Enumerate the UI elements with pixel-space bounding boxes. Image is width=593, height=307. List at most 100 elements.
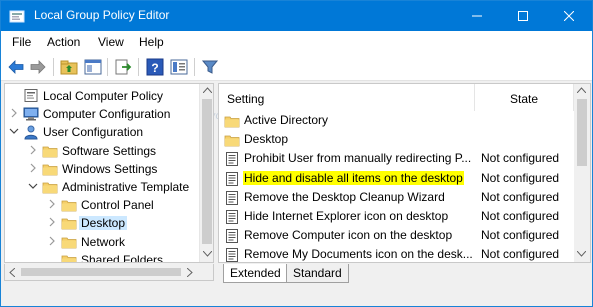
scroll-thumb[interactable] [21, 268, 181, 276]
chevron-right-icon[interactable] [47, 198, 57, 210]
forward-arrow-icon[interactable] [29, 58, 47, 76]
list-vertical-scrollbar[interactable] [574, 84, 590, 262]
scroll-down-icon[interactable] [577, 251, 586, 257]
folder-list-item[interactable]: Desktop [219, 130, 574, 149]
group-policy-app-icon [9, 10, 25, 23]
policy-list-item[interactable]: Remove Computer icon on the desktop Not c… [219, 226, 574, 245]
chevron-down-icon[interactable] [28, 180, 38, 192]
tree-horizontal-scrollbar[interactable] [4, 264, 214, 281]
folder-icon [42, 179, 58, 195]
policy-list-item[interactable]: Hide Internet Explorer icon on desktop No… [219, 207, 574, 226]
folder-icon [61, 197, 77, 213]
tab-extended[interactable]: Extended [223, 264, 288, 283]
tree-node-label: Control Panel [81, 198, 154, 213]
export-list-icon[interactable] [114, 58, 132, 76]
tree-node-label: Local Computer Policy [43, 89, 164, 103]
setting-state: Not configured [481, 151, 560, 166]
tree-node[interactable]: Desktop [5, 214, 197, 232]
tree-node-label: Administrative Template [62, 180, 190, 194]
tree-node[interactable]: Shared Folders [5, 251, 197, 262]
policy-list-item[interactable]: Remove the Desktop Cleanup Wizard Not con… [219, 188, 574, 207]
minimize-icon [472, 15, 482, 17]
close-button[interactable] [546, 1, 592, 31]
tree-node[interactable]: Computer Configuration [5, 105, 197, 123]
maximize-icon [518, 11, 528, 21]
close-icon [564, 11, 574, 21]
folder-icon [61, 234, 77, 250]
tab-standard[interactable]: Standard [286, 264, 349, 283]
policy-icon [224, 171, 240, 187]
chevron-right-icon[interactable] [47, 216, 57, 228]
column-header-state[interactable]: State [510, 92, 538, 106]
folder-icon [224, 132, 240, 148]
policy-list-item[interactable]: Prohibit User from manually redirecting … [219, 149, 574, 168]
status-bar [1, 285, 592, 306]
console-tree[interactable]: Local Computer Policy Computer Configurat… [4, 83, 214, 263]
column-divider[interactable] [474, 84, 475, 111]
tree-node-label: User Configuration [43, 125, 144, 140]
chevron-right-icon[interactable] [47, 235, 57, 247]
setting-state: Not configured [481, 209, 560, 223]
scroll-right-icon[interactable] [187, 268, 193, 277]
setting-state: Not configured [481, 247, 560, 262]
chevron-right-icon[interactable] [28, 162, 38, 174]
toolbar-separator [138, 58, 139, 76]
tree-node[interactable]: Network [5, 233, 197, 251]
toolbar-separator [53, 58, 54, 76]
toolbar-separator [107, 58, 108, 76]
setting-state: Not configured [481, 228, 560, 243]
folder-icon [42, 143, 58, 159]
policy-icon [224, 247, 240, 262]
folder-icon [61, 252, 77, 262]
tree-node[interactable]: Control Panel [5, 196, 197, 214]
properties-icon[interactable] [170, 58, 188, 76]
settings-list[interactable]: Setting State Active Directory Desktop Pro… [218, 83, 591, 263]
back-arrow-icon[interactable] [7, 58, 25, 76]
chevron-right-icon[interactable] [9, 107, 19, 119]
chevron-down-icon[interactable] [9, 125, 19, 137]
policy-list-item[interactable]: Remove My Documents icon on the desk... N… [219, 245, 574, 262]
menu-action[interactable]: Action [47, 35, 80, 49]
policy-icon [224, 190, 240, 206]
tree-node[interactable]: User Configuration [5, 123, 197, 141]
menu-help[interactable]: Help [139, 35, 164, 49]
scroll-thumb[interactable] [202, 99, 212, 244]
up-folder-icon[interactable] [60, 58, 78, 76]
scroll-up-icon[interactable] [577, 87, 586, 93]
tree-node[interactable]: Local Computer Policy [5, 87, 197, 105]
policy-list-item[interactable]: Hide and disable all items on the deskto… [219, 169, 574, 188]
tree-node-label: Windows Settings [62, 161, 158, 176]
minimize-button[interactable] [454, 1, 500, 31]
folder-list-item[interactable]: Active Directory [219, 111, 574, 130]
user-config-icon [23, 124, 39, 140]
folder-icon [42, 161, 58, 177]
setting-name: Desktop [244, 132, 289, 147]
scroll-up-icon[interactable] [203, 87, 212, 93]
setting-state: Not configured [481, 170, 560, 185]
tree-vertical-scrollbar[interactable] [199, 84, 213, 262]
tree-node[interactable]: Software Settings [5, 142, 197, 160]
scroll-left-icon[interactable] [9, 268, 15, 277]
column-header-setting[interactable]: Setting [227, 92, 264, 106]
folder-icon [224, 113, 240, 129]
scroll-down-icon[interactable] [203, 251, 212, 257]
tree-node-label: Desktop [79, 216, 128, 231]
tree-node[interactable]: Windows Settings [5, 160, 197, 178]
setting-name: Active Directory [244, 113, 329, 127]
window: Local Group Policy Editor File Action Vi… [0, 0, 593, 307]
help-icon[interactable]: ? [146, 58, 164, 76]
tree-node-label: Computer Configuration [43, 107, 171, 122]
show-hide-tree-icon[interactable] [84, 58, 102, 76]
policy-icon [224, 228, 240, 244]
title-bar[interactable]: Local Group Policy Editor [1, 1, 592, 31]
scroll-thumb[interactable] [577, 99, 587, 166]
filter-icon[interactable] [201, 58, 219, 76]
menu-view[interactable]: View [98, 35, 124, 49]
computer-icon [23, 88, 39, 104]
toolbar: ? p-password.com [1, 53, 592, 122]
tree-node[interactable]: Administrative Template [5, 178, 197, 196]
folder-icon [61, 215, 77, 231]
menu-file[interactable]: File [12, 35, 31, 49]
maximize-button[interactable] [500, 1, 546, 31]
chevron-right-icon[interactable] [28, 144, 38, 156]
